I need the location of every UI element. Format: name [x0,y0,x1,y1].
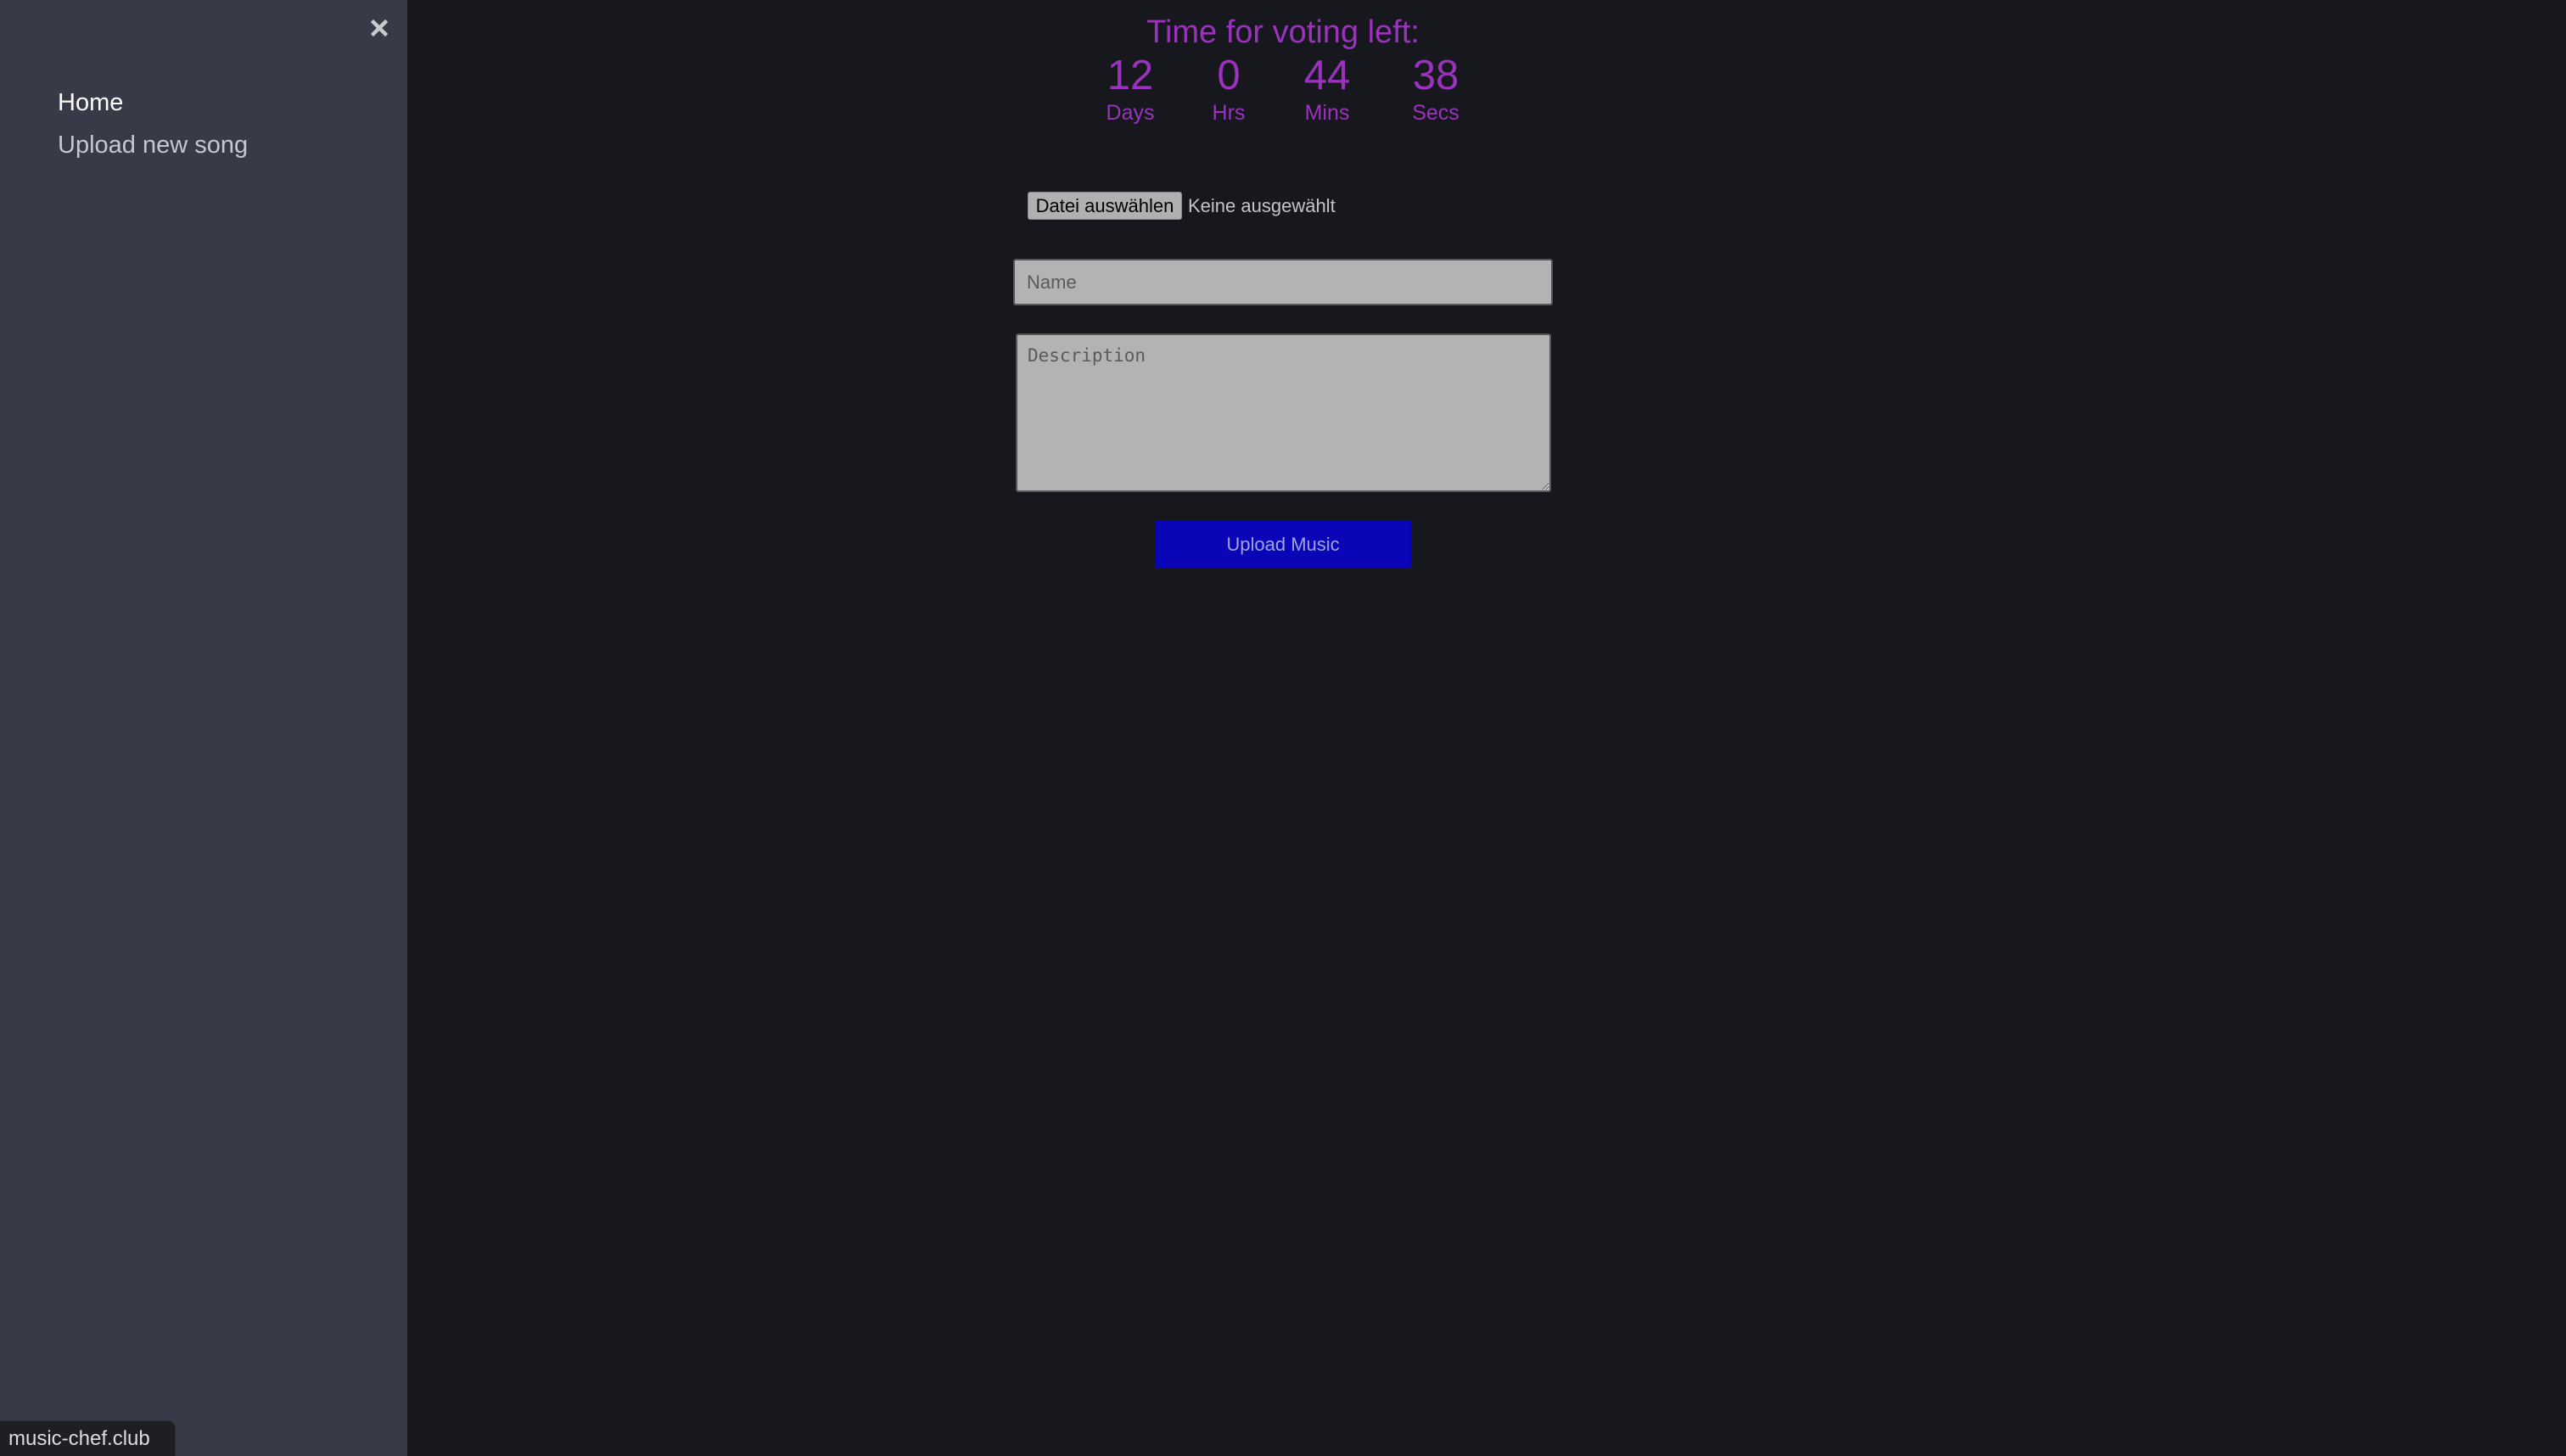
upload-music-button[interactable]: Upload Music [1155,520,1411,568]
description-textarea[interactable] [1016,333,1551,492]
close-x-icon [370,19,389,37]
close-sidebar-button[interactable] [368,17,390,39]
sidebar-item-home[interactable]: Home [58,81,248,124]
status-bar-url: music-chef.club [0,1420,176,1456]
sidebar-menu: Home Upload new song [58,81,248,166]
sidebar-nav: Home Upload new song [0,0,407,1456]
sidebar-item-upload-new-song[interactable]: Upload new song [58,124,248,166]
file-input: Datei auswählen Keine ausgewählt [1028,192,1336,220]
file-status-text: Keine ausgewählt [1188,194,1336,216]
countdown-seconds-value: 38 [1412,53,1459,98]
countdown-seconds-label: Secs [1412,101,1459,125]
choose-file-button[interactable]: Datei auswählen [1028,192,1182,220]
name-input[interactable] [1013,259,1553,305]
page: Home Upload new song Time for voting lef… [0,0,2566,1456]
countdown-seconds: 38 Secs [1368,51,1504,126]
